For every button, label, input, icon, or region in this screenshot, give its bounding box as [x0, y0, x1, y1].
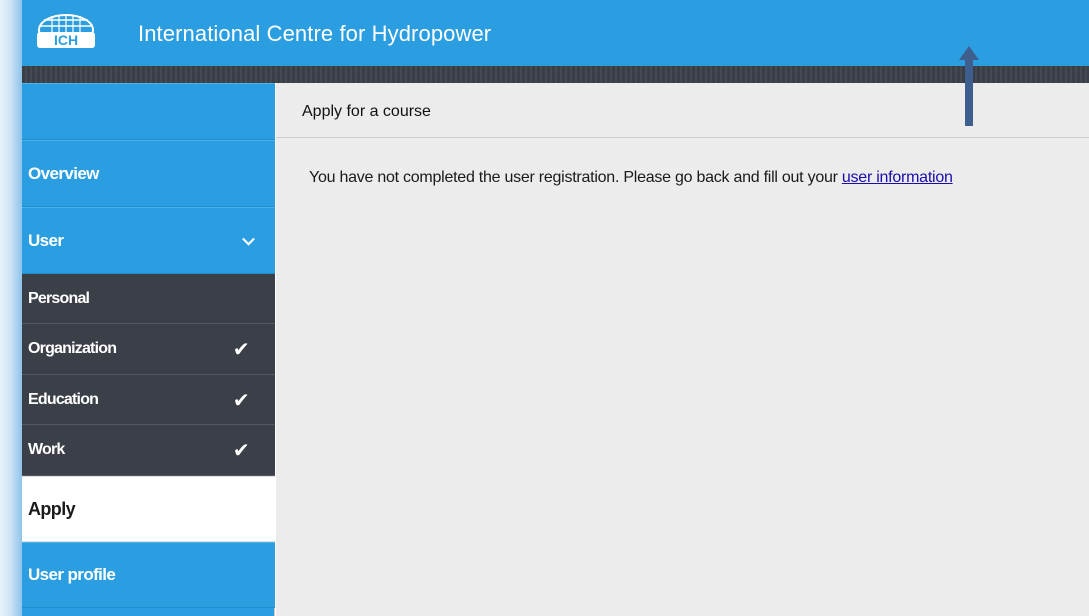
sidebar-item-label: User profile	[28, 565, 116, 584]
sidebar-item-label: Education	[28, 390, 99, 408]
sidebar-item-overview[interactable]: Overview	[22, 140, 275, 207]
sidebar-item-label: Organization	[28, 340, 117, 357]
app-header: ICH International Centre for Hydropower	[22, 0, 1089, 66]
sidebar-item-label: Personal	[28, 289, 90, 307]
app-title: International Centre for Hydropower	[138, 21, 492, 46]
main-content: Apply for a course You have not complete…	[276, 83, 1089, 616]
sidebar-spacer	[22, 83, 275, 140]
page-title: Apply for a course	[302, 103, 431, 120]
checkmark-icon: ✔	[232, 387, 250, 412]
logo-text: ICH	[54, 32, 78, 48]
registration-message: You have not completed the user registra…	[309, 169, 953, 187]
sidebar-item-user[interactable]: User	[22, 207, 275, 274]
sidebar-item-label: User	[28, 230, 64, 250]
sidebar-item-organization[interactable]: Organization ✔	[22, 324, 275, 375]
sidebar-item-work[interactable]: Work ✔	[22, 425, 275, 476]
checkmark-icon: ✔	[232, 337, 250, 361]
sidebar-item-label: Overview	[28, 163, 99, 183]
ich-logo[interactable]: ICH	[34, 12, 98, 54]
sidebar-item-education[interactable]: Education ✔	[22, 375, 275, 425]
sidebar-nav: Overview User Personal Organization ✔ Ed…	[22, 83, 275, 616]
user-information-link[interactable]: user information	[842, 169, 953, 186]
message-text: You have not completed the user registra…	[309, 169, 842, 186]
chevron-down-icon[interactable]	[242, 232, 255, 246]
checkmark-icon: ✔	[232, 438, 250, 462]
annotation-arrow-shaft	[965, 56, 973, 126]
background-edge	[0, 0, 22, 616]
sidebar-item-user-profile[interactable]: User profile	[22, 542, 275, 608]
header-divider-band	[22, 66, 1089, 83]
sidebar-item-apply[interactable]: Apply	[22, 476, 275, 542]
sidebar-item-personal[interactable]: Personal	[22, 274, 275, 324]
sidebar-item-label: Work	[28, 441, 65, 458]
sidebar-item-label: Apply	[28, 498, 76, 519]
